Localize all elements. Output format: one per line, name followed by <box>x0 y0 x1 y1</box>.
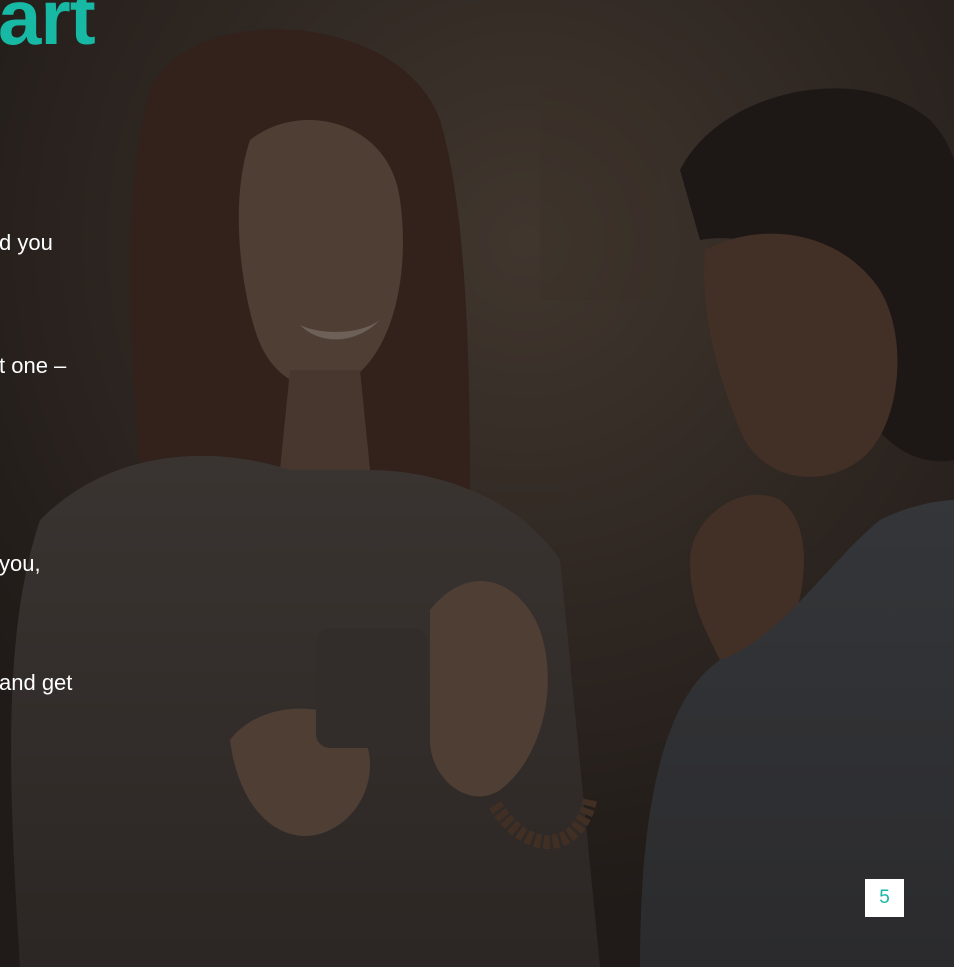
background-photo <box>0 0 954 967</box>
text-fragment-3: you, <box>0 551 41 576</box>
text-fragment-1: d you <box>0 230 53 255</box>
slide-title: art <box>0 0 96 61</box>
page-number-badge: 5 <box>865 879 904 917</box>
text-fragment-4: and get <box>0 670 73 695</box>
text-fragment-2: t one – <box>0 353 67 378</box>
